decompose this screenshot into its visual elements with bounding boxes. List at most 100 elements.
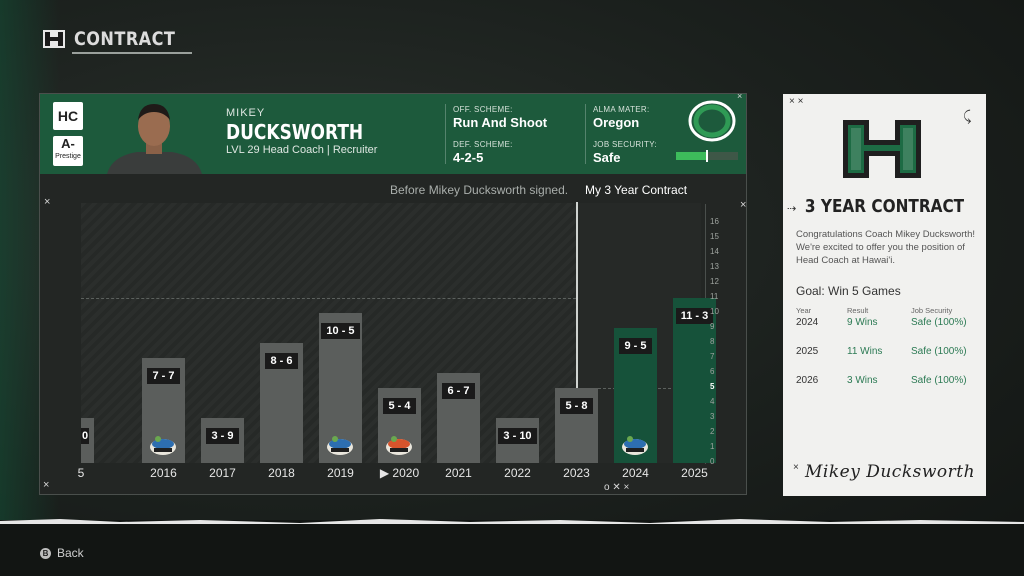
bowl-trophy-icon: [386, 436, 412, 455]
coach-banner: HC A- Prestige MIKEY DUCKSWORTH LVL 29 H…: [40, 91, 746, 174]
coach-signature: Mikey Ducksworth: [805, 462, 976, 482]
contract-goal: Goal: Win 5 Games: [796, 284, 901, 298]
header-year: Year: [796, 306, 812, 315]
bowl-trophy-icon: [327, 436, 353, 455]
bar-record-label: 8 - 6: [260, 351, 303, 369]
chart-bar[interactable]: 5 - 8: [555, 388, 598, 463]
contract-card: × × ⤹ ⇢ 3 YEAR CONTRACT Congratulations …: [783, 94, 986, 496]
bar-record-text: 6 - 7: [442, 383, 475, 399]
row-year: 2025: [796, 346, 819, 357]
header-job-security: Job Security: [911, 306, 953, 315]
x-axis-year-label: 2019: [327, 466, 354, 480]
decor-play-marks: × ×: [789, 96, 804, 107]
y-axis-tick-label: 5: [710, 382, 715, 391]
y-axis-tick-label: 16: [710, 217, 719, 226]
y-axis-tick-label: 15: [710, 232, 719, 241]
bar-record-text: 0: [81, 428, 90, 444]
page-title: CONTRACT: [74, 28, 176, 50]
decor-x-mark: ×: [737, 91, 743, 101]
x-axis-year-label: 2022: [504, 466, 531, 480]
legend-contract: My 3 Year Contract: [585, 183, 688, 197]
chart-bar-partial: [697, 418, 701, 463]
x-axis-year-label: 2016: [150, 466, 177, 480]
y-axis-tick-label: 14: [710, 247, 719, 256]
chart-bar[interactable]: 0: [81, 418, 94, 463]
row-security: Safe (100%): [911, 346, 967, 357]
job-security-meter-fill: [676, 152, 707, 160]
row-year: 2024: [796, 317, 819, 328]
bar-record-label: 5 - 4: [378, 396, 421, 414]
role-badge: HC: [53, 102, 83, 130]
chart-bar[interactable]: 3 - 10: [496, 418, 539, 463]
table-row: 2026 3 Wins Safe (100%): [796, 375, 976, 404]
chart-bar[interactable]: 8 - 6: [260, 343, 303, 463]
contract-table-header: Year Result Job Security: [796, 306, 976, 315]
y-axis-tick-label: 11: [710, 292, 719, 301]
x-axis-year-label: 5: [77, 466, 85, 480]
banner-divider: [585, 104, 586, 164]
bar-record-text: 7 - 7: [147, 368, 180, 384]
contract-table: Year Result Job Security 2024 9 Wins Saf…: [796, 306, 976, 404]
job-security-meter-marker: [706, 150, 708, 162]
bar-record-label: 6 - 7: [437, 381, 480, 399]
bar-record-label: 7 - 7: [142, 366, 185, 384]
decor-x-mark: ×: [793, 462, 799, 473]
prestige-badge: A- Prestige: [53, 136, 83, 166]
chart-bar[interactable]: 6 - 7: [437, 373, 480, 463]
x-axis-year-label: 2018: [268, 466, 295, 480]
y-axis-tick-label: 4: [710, 397, 715, 406]
decor-play-marks: o ✕ ×: [604, 482, 630, 493]
bar-record-label: 9 - 5: [614, 336, 657, 354]
torn-edge-decoration: [0, 519, 1024, 576]
coach-subtitle: LVL 29 Head Coach | Recruiter: [226, 144, 378, 156]
bar-record-text: 5 - 8: [560, 398, 593, 414]
back-button[interactable]: B Back: [40, 546, 84, 560]
x-axis-year-label: 2021: [445, 466, 472, 480]
y-axis-tick-label: 9: [710, 322, 715, 331]
y-axis-tick-label: 13: [710, 262, 719, 271]
y-axis-tick-label: 10: [710, 307, 719, 316]
decor-arrow: ⤹: [963, 108, 972, 124]
off-scheme-label: OFF. SCHEME:: [453, 105, 513, 114]
b-button-icon: B: [40, 547, 51, 559]
def-scheme-label: DEF. SCHEME:: [453, 140, 513, 149]
decor-arrow: ⇢: [787, 203, 797, 215]
row-result: 11 Wins: [847, 346, 883, 357]
row-year: 2026: [796, 375, 819, 386]
banner-divider: [445, 104, 446, 164]
contract-title: 3 YEAR CONTRACT: [804, 196, 965, 217]
contract-message: Congratulations Coach Mikey Ducksworth! …: [796, 229, 975, 266]
y-axis-tick-label: 0: [710, 457, 715, 466]
page-header: CONTRACT: [42, 28, 193, 54]
chart-bar[interactable]: 3 - 9: [201, 418, 244, 463]
decor-x-mark: ×: [740, 199, 747, 211]
x-axis-year-label: ▶ 2020: [379, 466, 420, 480]
bar-record-label: 3 - 10: [496, 426, 539, 444]
bar-record-label: 3 - 9: [201, 426, 244, 444]
row-result: 3 Wins: [847, 375, 878, 386]
bar-record-text: 11 - 3: [675, 308, 714, 324]
x-axis-year-label: 2025: [681, 466, 708, 480]
row-security: Safe (100%): [911, 375, 967, 386]
alma-mater-label: ALMA MATER:: [593, 105, 650, 114]
y-axis-tick-label: 3: [710, 412, 715, 421]
prestige-label: Prestige: [55, 153, 81, 160]
job-security-value: Safe: [593, 150, 621, 165]
coach-portrait: [107, 104, 202, 174]
y-axis-tick-label: 12: [710, 277, 719, 286]
decor-x-mark: ×: [43, 479, 50, 491]
job-security-label: JOB SECURITY:: [593, 140, 657, 149]
off-scheme-value: Run And Shoot: [453, 115, 548, 130]
hawaii-h-logo-icon: [843, 120, 921, 178]
reference-dashed-line: [81, 298, 576, 299]
legend-before-signing: Before Mikey Ducksworth signed.: [390, 183, 569, 197]
x-axis-year-label: 2017: [209, 466, 236, 480]
y-axis-tick-label: 7: [710, 352, 715, 361]
header-result: Result: [847, 306, 869, 315]
bar-record-text: 3 - 9: [206, 428, 239, 444]
coach-first-name: MIKEY: [226, 107, 266, 119]
y-axis-tick-label: 2: [710, 427, 715, 436]
decor-x-mark: ×: [44, 196, 51, 208]
def-scheme-value: 4-2-5: [453, 150, 484, 165]
bar-record-text: 8 - 6: [265, 353, 298, 369]
